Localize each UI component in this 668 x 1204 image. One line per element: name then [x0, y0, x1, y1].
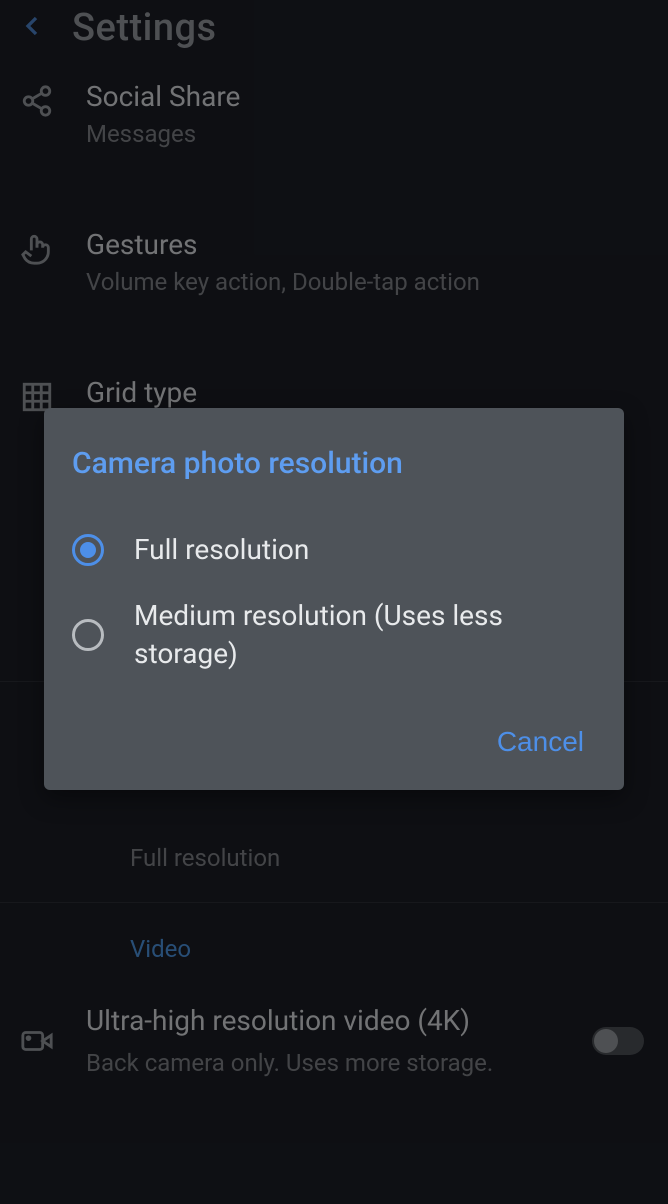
radio-option-full-resolution[interactable]: Full resolution	[72, 517, 596, 583]
radio-button[interactable]	[72, 619, 104, 651]
cancel-button[interactable]: Cancel	[485, 718, 596, 766]
radio-option-medium-resolution[interactable]: Medium resolution (Uses less storage)	[72, 583, 596, 687]
dialog-title: Camera photo resolution	[72, 446, 596, 481]
radio-label: Full resolution	[134, 531, 309, 569]
dialog-actions: Cancel	[72, 718, 596, 766]
radio-dot	[80, 542, 96, 558]
camera-resolution-dialog: Camera photo resolution Full resolution …	[44, 408, 624, 790]
radio-button-selected[interactable]	[72, 534, 104, 566]
radio-label: Medium resolution (Uses less storage)	[134, 597, 596, 673]
